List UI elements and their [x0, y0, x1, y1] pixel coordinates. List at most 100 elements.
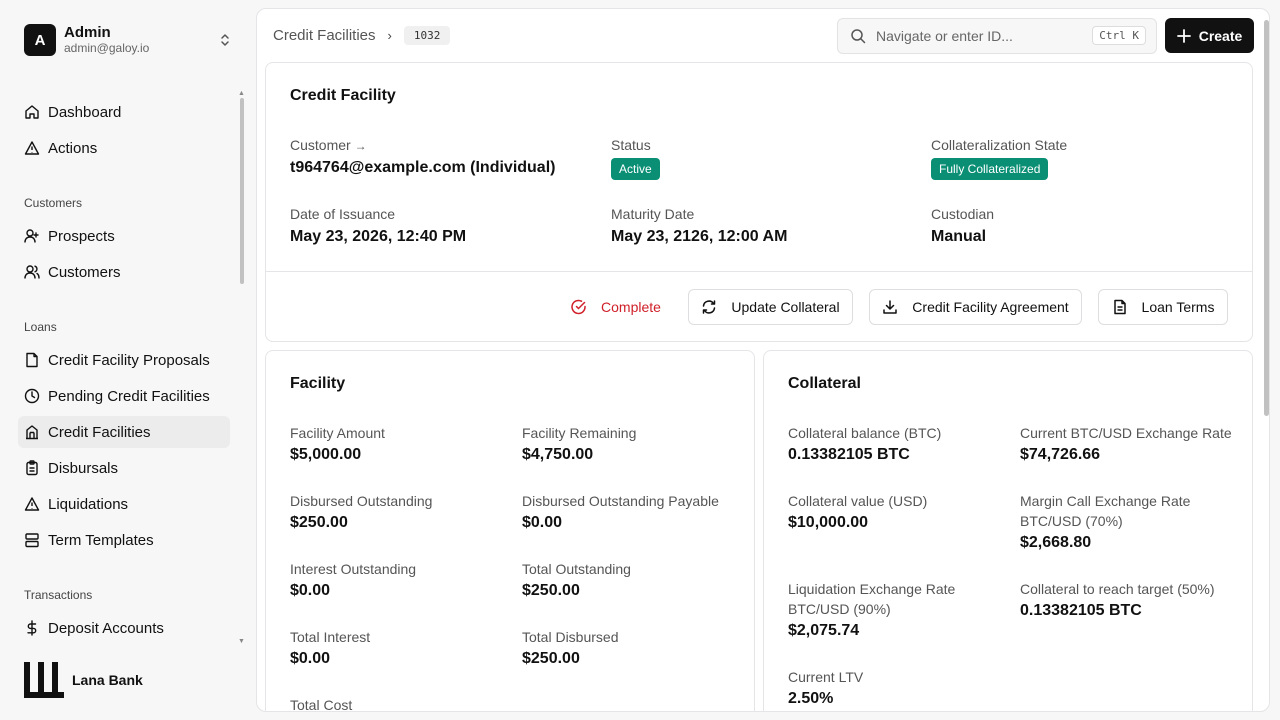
card-title: Facility	[290, 375, 346, 392]
section-title-loans: Loans	[24, 320, 57, 334]
collateral-balance-label: Collateral balance (BTC)	[788, 425, 942, 441]
card-title: Collateral	[788, 375, 861, 392]
search-input[interactable]	[876, 28, 1076, 44]
loan-terms-button[interactable]: Loan Terms	[1098, 289, 1228, 325]
collateral-value-value: $10,000.00	[788, 514, 869, 531]
sidebar-item-credit-facility-proposals[interactable]: Credit Facility Proposals	[18, 344, 230, 376]
sidebar-item-pending-credit-facilities[interactable]: Pending Credit Facilities	[18, 380, 230, 412]
issuance-label: Date of Issuance	[290, 206, 396, 222]
sidebar-item-prospects[interactable]: Prospects	[18, 220, 230, 252]
refresh-icon	[703, 300, 716, 314]
plus-icon	[1176, 28, 1191, 43]
facility-remaining-label: Facility Remaining	[522, 425, 637, 441]
disbursed-outstanding-label: Disbursed Outstanding	[290, 493, 433, 509]
create-label: Create	[1198, 27, 1243, 44]
user-email: admin@galoy.io	[64, 41, 150, 56]
scroll-up-icon[interactable]: ▲	[238, 90, 245, 97]
credit-facility-card: Credit Facility Customer → t964764@examp…	[265, 62, 1253, 342]
facility-card: Facility Facility Amount $5,000.00 Facil…	[265, 350, 755, 711]
sidebar-item-label: Customers	[48, 263, 121, 281]
sidebar-item-dashboard[interactable]: Dashboard	[18, 96, 230, 128]
maturity-value: May 23, 2126, 12:00 AM	[611, 228, 788, 245]
custodian-label: Custodian	[931, 206, 995, 222]
scroll-down-icon[interactable]: ▼	[238, 638, 245, 645]
breadcrumb-id: 1032	[403, 26, 451, 45]
sidebar-scrollbar[interactable]	[240, 98, 244, 284]
breadcrumb: Credit Facilities › 1032	[273, 26, 451, 45]
custodian-value: Manual	[931, 228, 987, 245]
sidebar-item-label: Credit Facilities	[48, 423, 151, 441]
create-button[interactable]: Create	[1165, 18, 1254, 53]
arrow-right-icon: →	[354, 139, 367, 153]
sidebar-item-actions[interactable]: Actions	[18, 132, 230, 164]
facility-amount-label: Facility Amount	[290, 425, 385, 441]
collateralization-state-badge: Fully Collateralized	[931, 158, 1049, 180]
total-interest-label: Total Interest	[290, 629, 371, 645]
sidebar-item-customers[interactable]: Customers	[18, 256, 230, 288]
facility-remaining-value: $4,750.00	[522, 446, 594, 463]
total-outstanding-value: $250.00	[522, 582, 580, 599]
margin-call-rate-sublabel: BTC/USD (70%)	[1020, 513, 1123, 529]
margin-call-rate-label: Margin Call Exchange Rate	[1020, 493, 1191, 509]
section-title-customers: Customers	[24, 196, 83, 210]
customer-label[interactable]: Customer →	[290, 135, 367, 156]
divider	[266, 271, 1252, 272]
main-scrollbar[interactable]	[1264, 20, 1269, 416]
search-box[interactable]: Ctrl K	[837, 18, 1157, 54]
exchange-rate-label: Current BTC/USD Exchange Rate	[1020, 425, 1232, 441]
chevrons-up-down-icon	[221, 34, 229, 46]
sidebar-item-credit-facilities[interactable]: Credit Facilities	[18, 416, 230, 448]
building-icon	[26, 425, 38, 440]
lana-logo-icon	[24, 662, 64, 698]
layout-icon	[25, 533, 39, 548]
user-menu[interactable]: A Admin admin@galoy.io	[24, 24, 244, 56]
status-label: Status	[611, 137, 651, 153]
liquidation-rate-sublabel: BTC/USD (90%)	[788, 601, 891, 617]
card-title: Credit Facility	[290, 87, 396, 104]
section-title-transactions: Transactions	[24, 588, 93, 602]
interest-outstanding-label: Interest Outstanding	[290, 561, 417, 577]
sidebar-item-deposit-accounts[interactable]: Deposit Accounts	[18, 612, 230, 644]
sidebar-item-label: Credit Facility Proposals	[48, 351, 210, 369]
check-circle-icon	[571, 299, 586, 315]
topbar: Credit Facilities › 1032 Ctrl K Create	[257, 9, 1269, 61]
user-plus-icon	[24, 229, 39, 243]
complete-button[interactable]: Complete	[556, 289, 676, 325]
file-icon	[26, 352, 38, 368]
total-outstanding-label: Total Outstanding	[522, 561, 631, 577]
sidebar-item-label: Pending Credit Facilities	[48, 387, 210, 405]
sidebar-item-label: Dashboard	[48, 103, 122, 121]
total-disbursed-label: Total Disbursed	[522, 629, 619, 645]
sidebar-item-disbursals[interactable]: Disbursals	[18, 452, 230, 484]
brand-name: Lana Bank	[72, 672, 143, 688]
current-ltv-label: Current LTV	[788, 669, 864, 685]
sidebar-item-term-templates[interactable]: Term Templates	[18, 524, 230, 556]
breadcrumb-parent[interactable]: Credit Facilities	[273, 27, 376, 44]
sidebar-item-label: Term Templates	[48, 531, 154, 549]
current-ltv-value: 2.50%	[788, 690, 834, 707]
collateral-card: Collateral Collateral balance (BTC) 0.13…	[763, 350, 1253, 711]
sidebar-item-label: Deposit Accounts	[48, 619, 164, 637]
chevron-right-icon: ›	[387, 28, 392, 43]
disbursed-outstanding-value: $250.00	[290, 514, 348, 531]
collateral-balance-value: 0.13382105 BTC	[788, 446, 910, 463]
status-badge: Active	[611, 158, 660, 180]
credit-facility-agreement-button[interactable]: Credit Facility Agreement	[869, 289, 1082, 325]
collateral-target-value: 0.13382105 BTC	[1020, 602, 1142, 619]
update-collateral-button[interactable]: Update Collateral	[688, 289, 853, 325]
document-icon	[1113, 299, 1126, 315]
liquidation-rate-value: $2,075.74	[788, 622, 860, 639]
liquidation-rate-label: Liquidation Exchange Rate	[788, 581, 956, 597]
search-icon	[851, 29, 866, 44]
clock-icon	[24, 388, 40, 404]
margin-call-rate-value: $2,668.80	[1020, 534, 1092, 551]
disbursed-outstanding-payable-value: $0.00	[522, 514, 563, 531]
sidebar-item-label: Prospects	[48, 227, 115, 245]
total-interest-value: $0.00	[290, 650, 331, 667]
clipboard-icon	[26, 460, 38, 476]
alert-triangle-icon	[24, 497, 40, 511]
sidebar-item-liquidations[interactable]: Liquidations	[18, 488, 230, 520]
avatar: A	[24, 24, 56, 56]
interest-outstanding-value: $0.00	[290, 582, 331, 599]
shortcut-hint: Ctrl K	[1092, 26, 1146, 45]
